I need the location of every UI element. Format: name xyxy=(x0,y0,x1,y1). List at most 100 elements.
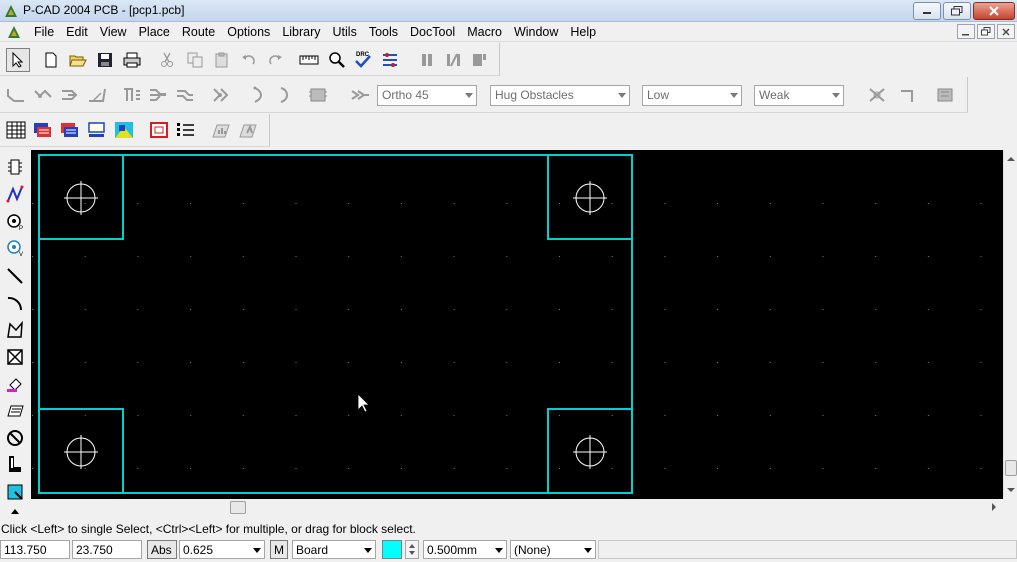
route-fanout-button[interactable] xyxy=(147,84,169,106)
menu-library[interactable]: Library xyxy=(276,25,326,39)
x-coordinate-field[interactable]: 113.750 xyxy=(0,540,70,559)
place-arc-button[interactable] xyxy=(4,292,26,314)
menu-options[interactable]: Options xyxy=(221,25,276,39)
redo-button[interactable] xyxy=(264,49,286,71)
metric-toggle-button[interactable]: M xyxy=(270,540,288,559)
minimize-button[interactable] xyxy=(913,2,941,20)
menu-view[interactable]: View xyxy=(94,25,133,39)
print-button[interactable] xyxy=(121,49,143,71)
route-bus-button[interactable] xyxy=(121,84,143,106)
absolute-grid-button[interactable]: Abs xyxy=(147,540,177,559)
scroll-down-icon[interactable] xyxy=(1005,484,1017,496)
place-line-button[interactable] xyxy=(4,265,26,287)
layers-button[interactable] xyxy=(32,119,54,141)
grid-button[interactable] xyxy=(5,119,27,141)
unroute-button[interactable] xyxy=(866,84,888,106)
menu-utils[interactable]: Utils xyxy=(327,25,363,39)
place-copper-pour-button[interactable] xyxy=(4,400,26,422)
pcb-canvas[interactable] xyxy=(31,150,1003,499)
route-curve-right-button[interactable] xyxy=(273,84,295,106)
menu-file[interactable]: File xyxy=(28,25,60,39)
copper-pour-button[interactable] xyxy=(113,119,135,141)
pads-button[interactable] xyxy=(86,119,108,141)
vertical-scrollbar[interactable] xyxy=(1003,150,1017,499)
pause-button[interactable] xyxy=(416,49,438,71)
place-polygon-button[interactable] xyxy=(4,319,26,341)
pcb-board-drawing[interactable] xyxy=(31,150,1003,499)
route-mode-select[interactable]: Ortho 45 xyxy=(377,85,477,106)
close-button[interactable] xyxy=(973,2,1015,20)
scroll-right-icon[interactable] xyxy=(988,501,1000,513)
restore-button[interactable] xyxy=(943,2,971,20)
route-cleanup-button[interactable] xyxy=(210,84,232,106)
line-width-select[interactable]: 0.500mm xyxy=(423,540,507,559)
route-options-button[interactable] xyxy=(349,84,371,106)
select-tool-button[interactable] xyxy=(6,48,30,72)
paste-button[interactable] xyxy=(211,49,233,71)
cut-button[interactable] xyxy=(156,49,178,71)
step-button[interactable] xyxy=(442,49,464,71)
route-pro-button[interactable] xyxy=(934,84,956,106)
menu-window[interactable]: Window xyxy=(508,25,564,39)
stop-button[interactable] xyxy=(468,49,490,71)
list-button[interactable] xyxy=(175,119,197,141)
route-push-button[interactable] xyxy=(174,84,196,106)
place-via-button[interactable]: V xyxy=(4,237,26,259)
menu-place[interactable]: Place xyxy=(133,25,176,39)
route-manual-button[interactable] xyxy=(5,84,27,106)
vertical-scroll-thumb[interactable] xyxy=(1005,460,1017,476)
document-icon[interactable] xyxy=(6,24,22,40)
net-select[interactable]: (None) xyxy=(510,540,596,559)
more-tools-arrow[interactable] xyxy=(4,506,26,516)
menu-help[interactable]: Help xyxy=(564,25,602,39)
menu-route[interactable]: Route xyxy=(176,25,221,39)
doc-close-button[interactable] xyxy=(997,24,1015,39)
route-autorouter-button[interactable] xyxy=(307,84,329,106)
save-button[interactable] xyxy=(94,49,116,71)
y-coordinate-field[interactable]: 23.750 xyxy=(72,540,142,559)
route-multitrace-button[interactable] xyxy=(59,84,81,106)
open-button[interactable] xyxy=(67,49,89,71)
gloss-strength-select[interactable]: Weak xyxy=(754,85,844,106)
place-pad-button[interactable]: P xyxy=(4,211,26,233)
place-keepout-button[interactable] xyxy=(4,346,26,368)
undo-button[interactable] xyxy=(238,49,260,71)
horizontal-scroll-thumb[interactable] xyxy=(230,501,246,514)
grid-size-select[interactable]: 0.625 xyxy=(179,540,265,559)
measure-button[interactable] xyxy=(298,49,320,71)
menu-doctool[interactable]: DocTool xyxy=(404,25,461,39)
doc-restore-button[interactable] xyxy=(977,24,995,39)
layer-sets-button[interactable] xyxy=(59,119,81,141)
place-connection-button[interactable] xyxy=(4,183,26,205)
copy-button[interactable] xyxy=(184,49,206,71)
gerber-button[interactable] xyxy=(237,119,259,141)
report-button[interactable] xyxy=(210,119,232,141)
menu-macro[interactable]: Macro xyxy=(461,25,508,39)
place-plane-button[interactable] xyxy=(4,481,26,503)
doc-minimize-button[interactable] xyxy=(957,24,975,39)
place-cutout-button[interactable] xyxy=(4,427,26,449)
obstacle-mode-select[interactable]: Hug Obstacles xyxy=(490,85,630,106)
place-text-button[interactable] xyxy=(4,453,26,475)
board-outline-button[interactable] xyxy=(148,119,170,141)
place-fill-button[interactable] xyxy=(4,373,26,395)
menu-edit[interactable]: Edit xyxy=(60,25,94,39)
new-button[interactable] xyxy=(40,49,62,71)
route-corner-button[interactable] xyxy=(897,84,919,106)
gloss-effort-select[interactable]: Low xyxy=(642,85,742,106)
line-width-spinner[interactable] xyxy=(405,540,419,559)
pause-icon xyxy=(422,54,432,66)
route-miter-button[interactable] xyxy=(86,84,108,106)
netlist-button[interactable] xyxy=(380,49,402,71)
place-component-button[interactable] xyxy=(4,156,26,178)
zoom-button[interactable] xyxy=(326,49,348,71)
route-interactive-button[interactable] xyxy=(32,84,54,106)
route-curve-left-button[interactable] xyxy=(246,84,268,106)
horizontal-scrollbar[interactable] xyxy=(31,499,1003,516)
menu-tools[interactable]: Tools xyxy=(363,25,404,39)
drc-button[interactable]: DRC xyxy=(352,48,374,70)
scroll-up-icon[interactable] xyxy=(1005,153,1017,165)
layer-select[interactable]: Board xyxy=(292,540,376,559)
save-disk-icon xyxy=(98,53,112,67)
layer-color-swatch[interactable] xyxy=(382,540,402,559)
